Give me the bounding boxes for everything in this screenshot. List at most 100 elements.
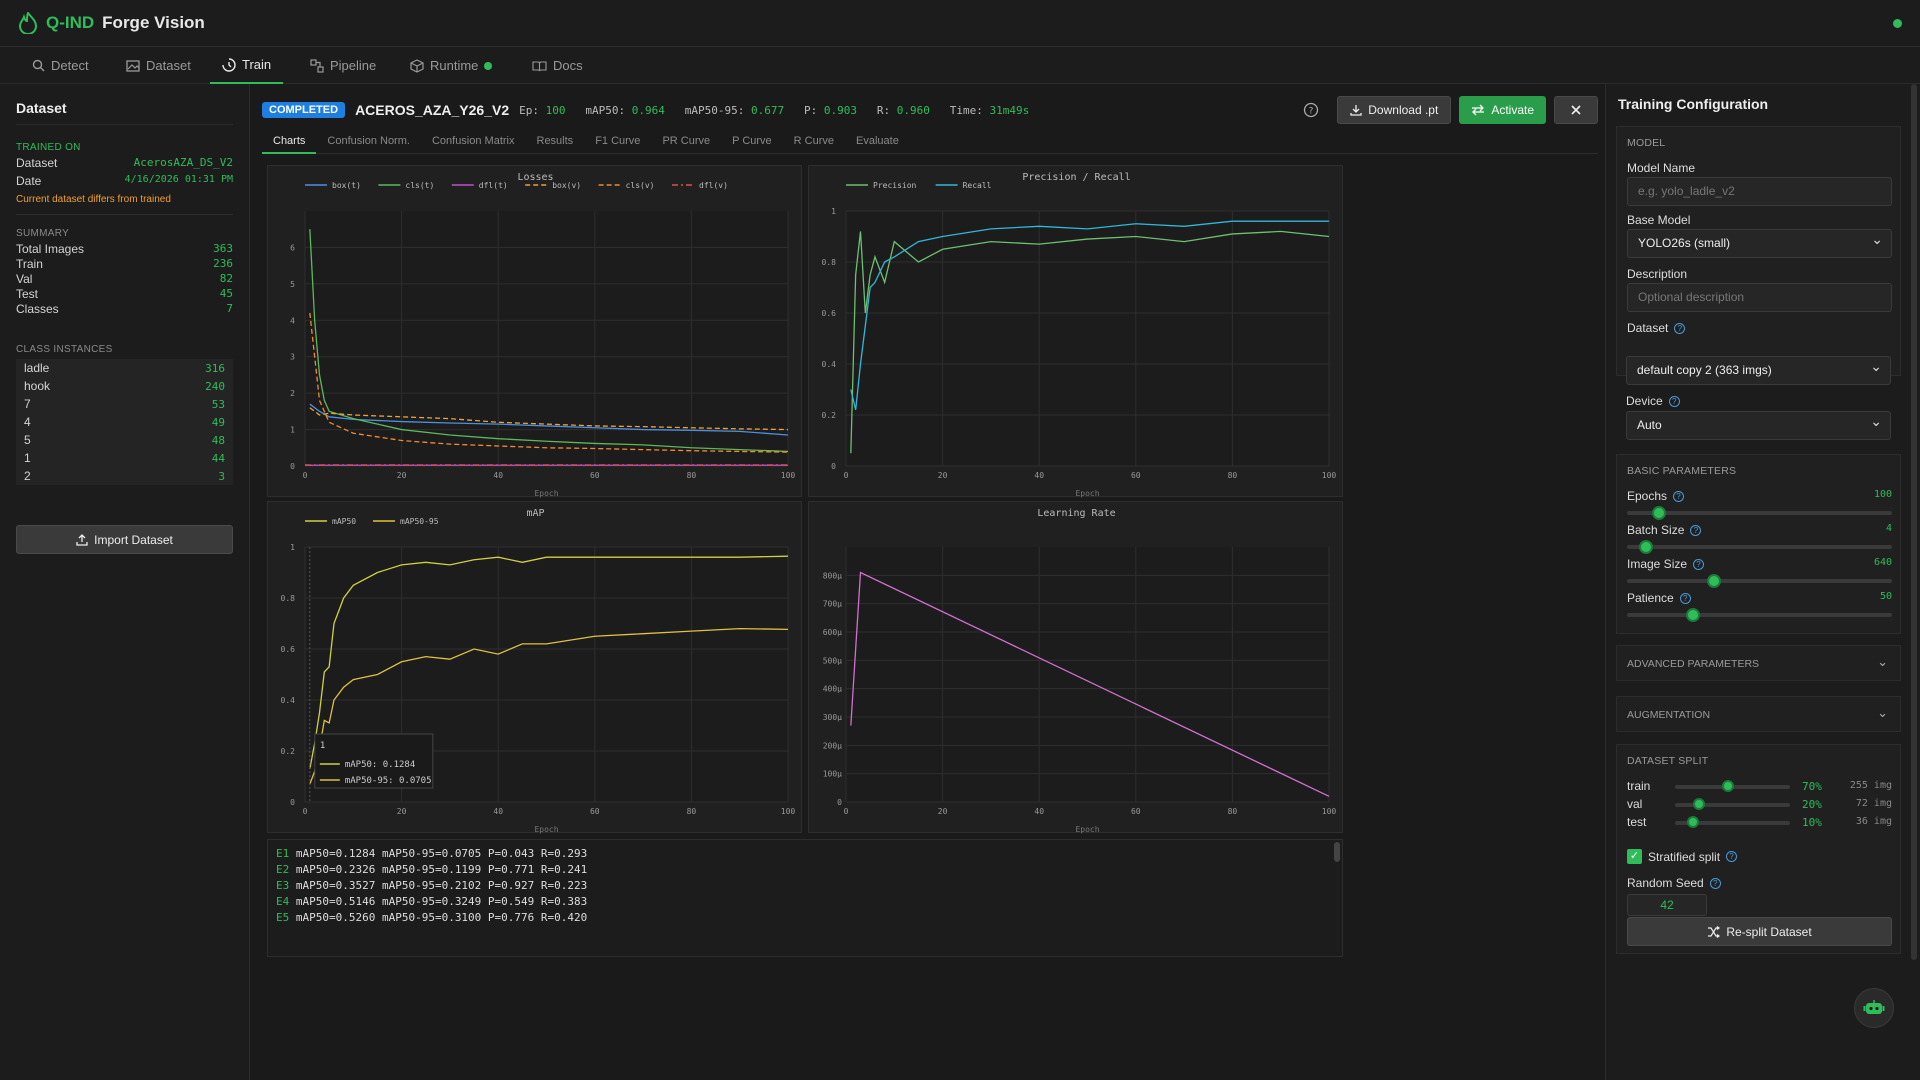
help-icon[interactable]: ?	[1668, 395, 1680, 407]
subtab-confusion-matrix[interactable]: Confusion Matrix	[421, 130, 526, 154]
slider-track[interactable]	[1627, 608, 1892, 622]
log-epoch: E3	[276, 879, 290, 892]
training-configuration-panel: Training Configuration MODEL Model Name …	[1605, 84, 1920, 1080]
help-icon[interactable]: ?	[1709, 877, 1721, 889]
slider-thumb[interactable]	[1638, 540, 1653, 554]
dataset-select[interactable]: default copy 2 (363 imgs)	[1626, 353, 1891, 385]
split-slider-track[interactable]	[1675, 816, 1790, 828]
slider-track[interactable]	[1627, 574, 1892, 588]
tab-runtime[interactable]: Runtime	[398, 47, 504, 84]
subtab-pr-curve[interactable]: PR Curve	[651, 130, 721, 154]
training-log[interactable]: E1 mAP50=0.1284 mAP50-95=0.0705 P=0.043 …	[267, 839, 1343, 957]
assistant-bot-button[interactable]	[1854, 988, 1894, 1028]
random-seed-input[interactable]: 42	[1627, 894, 1707, 916]
class-name: 7	[24, 397, 31, 411]
subtab-r-curve[interactable]: R Curve	[783, 130, 845, 154]
log-scrollbar[interactable]	[1334, 842, 1340, 862]
label-text: Epochs	[1627, 489, 1668, 503]
tab-detect[interactable]: Detect	[20, 47, 101, 84]
split-slider-thumb[interactable]	[1693, 798, 1706, 810]
legend-label: cls(v)	[626, 181, 655, 190]
tab-train[interactable]: Train	[210, 47, 284, 84]
close-button[interactable]	[1554, 96, 1598, 124]
class-name: 4	[24, 415, 31, 429]
model-name-input[interactable]: e.g. yolo_ladle_v2	[1627, 177, 1892, 206]
subtab-p-curve[interactable]: P Curve	[721, 130, 783, 154]
split-slider-track[interactable]	[1675, 780, 1790, 792]
subtab-charts[interactable]: Charts	[262, 130, 317, 154]
time-label: Time:	[949, 103, 983, 117]
x-tick-label: 100	[1322, 471, 1337, 480]
dataset-panel: Dataset TRAINED ON Dataset AcerosAZA_DS_V…	[0, 84, 250, 1080]
subtab-confusion-norm[interactable]: Confusion Norm.	[316, 130, 421, 154]
split-percent: 10%	[1802, 816, 1822, 829]
help-icon[interactable]: ?	[1693, 558, 1705, 570]
x-tick-label: 80	[687, 471, 697, 480]
group-header: DATASET SPLIT	[1627, 755, 1709, 767]
help-icon[interactable]: ?	[1674, 322, 1686, 334]
slider-label: Image Size?	[1627, 557, 1892, 571]
x-axis-label: Epoch	[1075, 825, 1099, 834]
y-tick-label: 2	[290, 389, 295, 398]
help-icon[interactable]: ?	[1303, 102, 1319, 118]
x-tick-label: 20	[397, 471, 407, 480]
device-select[interactable]: Auto	[1626, 408, 1891, 440]
split-slider-thumb[interactable]	[1721, 780, 1734, 792]
help-icon[interactable]: ?	[1726, 851, 1738, 862]
slider-patience: Patience? 50	[1627, 591, 1892, 622]
button-label: Activate	[1491, 103, 1534, 117]
summary-row: Classes 7	[16, 302, 233, 316]
plot-area	[846, 211, 1329, 466]
class-name: 2	[24, 469, 31, 483]
stratified-split-checkbox[interactable]: ✓ Stratified split ?	[1627, 849, 1738, 864]
ep-value: 100	[545, 103, 566, 117]
help-icon[interactable]: ?	[1679, 592, 1691, 604]
label: Date	[16, 174, 42, 188]
config-scrollbar[interactable]	[1911, 84, 1917, 960]
description-input[interactable]: Optional description	[1627, 283, 1892, 312]
base-model-select[interactable]: YOLO26s (small)	[1627, 226, 1892, 258]
chevron-down-icon: ⌄	[1877, 705, 1888, 720]
split-slider-thumb[interactable]	[1687, 816, 1700, 828]
split-slider-track[interactable]	[1675, 798, 1790, 810]
help-icon[interactable]: ?	[1690, 524, 1702, 536]
x-tick-label: 100	[781, 807, 796, 816]
slider-thumb[interactable]	[1651, 506, 1666, 520]
tab-dataset[interactable]: Dataset	[114, 47, 203, 84]
subtab-f1-curve[interactable]: F1 Curve	[584, 130, 651, 154]
download-weights-button[interactable]: Download .pt	[1337, 96, 1452, 124]
subtab-results[interactable]: Results	[526, 130, 585, 154]
class-instance-row: 1 44	[16, 449, 233, 467]
trained-date-row: Date 4/16/2026 01:31 PM	[16, 174, 233, 188]
map-chart: mAP 0 20 40 60 80 100 0 0.2 0.4 0.6 0.8 1 Epoch mAP50 m…	[267, 501, 802, 834]
advanced-parameters-section[interactable]: ADVANCED PARAMETERS ⌄	[1616, 645, 1901, 681]
resplit-dataset-button[interactable]: Re-split Dataset	[1627, 917, 1892, 946]
precision-recall-chart: Precision / Recall 0 20 40 60 80 100 0 0.2 0.4 0.6…	[808, 165, 1343, 498]
legend-entry: Precision	[846, 181, 917, 190]
help-icon[interactable]: ?	[1673, 490, 1685, 502]
summary-value: 236	[213, 257, 233, 270]
augmentation-section[interactable]: AUGMENTATION ⌄	[1616, 696, 1901, 732]
summary-key: Train	[16, 257, 43, 271]
tab-docs[interactable]: Docs	[520, 47, 595, 84]
tab-pipeline[interactable]: Pipeline	[298, 47, 388, 84]
class-count: 316	[205, 361, 225, 375]
button-label: Import Dataset	[94, 532, 173, 547]
slider-track[interactable]	[1627, 506, 1892, 520]
y-tick-label: 600µ	[823, 628, 842, 637]
slider-thumb[interactable]	[1686, 608, 1701, 622]
activate-button[interactable]: Activate	[1459, 96, 1546, 124]
label: Dataset	[16, 156, 58, 170]
y-tick-label: 0	[290, 462, 295, 471]
slider-track[interactable]	[1627, 540, 1892, 554]
y-tick-label: 0.8	[281, 594, 296, 603]
log-line: E5 mAP50=0.5260 mAP50-95=0.3100 P=0.776 …	[276, 910, 1334, 926]
split-count: 72 img	[1855, 798, 1892, 809]
results-tabs: Charts Confusion Norm. Confusion Matrix Res…	[262, 130, 1598, 154]
x-tick-label: 40	[1034, 807, 1044, 816]
legend-label: Recall	[963, 181, 992, 190]
subtab-evaluate[interactable]: Evaluate	[845, 130, 910, 154]
class-name: 5	[24, 433, 31, 447]
import-dataset-button[interactable]: Import Dataset	[16, 525, 233, 554]
slider-thumb[interactable]	[1707, 574, 1722, 588]
